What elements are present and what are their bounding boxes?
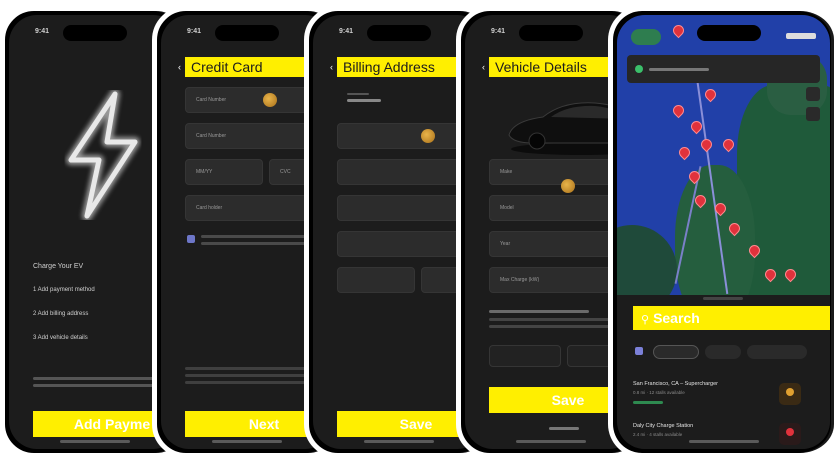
result-subtitle: 2.4 mi · 4 stalls available [633,432,683,437]
result-status [633,401,663,404]
filter-chip[interactable] [705,345,741,359]
field-placeholder: Card Number [196,97,227,103]
vehicle-icon [561,179,575,193]
sheet-handle[interactable] [703,297,743,300]
map-screen: ⚲ Search San Francisco, CA – Supercharger… [617,15,830,449]
field-placeholder: Year [500,241,511,247]
dynamic-island [215,25,279,41]
banner-text [649,68,709,71]
status-time: 9:41 [491,28,506,35]
filter-icon[interactable] [635,347,643,355]
onboarding-heading: Charge Your EV [33,263,84,270]
field-placeholder: Card Number [196,133,227,139]
onboarding-note [33,384,153,387]
field-placeholder: Model [500,205,514,211]
field-placeholder: CVC [280,169,291,175]
filter-chip[interactable] [653,345,699,359]
country-value [347,99,381,102]
field-placeholder: Make [500,169,513,175]
charger-pin[interactable] [698,136,715,153]
dynamic-island [697,25,761,41]
onboarding-step-1: 1 Add payment method [33,287,95,293]
phone-map: ⚲ Search San Francisco, CA – Supercharger… [608,6,834,455]
map-land [617,225,677,295]
back-chevron-icon[interactable]: ‹ [482,62,485,72]
adapter-yes-button[interactable] [489,345,561,367]
status-time: 9:41 [35,28,50,35]
back-chevron-icon[interactable]: ‹ [330,62,333,72]
location-icon [421,129,435,143]
home-indicator [212,440,282,443]
filter-chip[interactable] [747,345,807,359]
result-title[interactable]: San Francisco, CA – Supercharger [633,381,718,387]
charger-pin[interactable] [720,136,737,153]
state-select[interactable] [337,267,415,293]
home-indicator [688,440,759,443]
dynamic-island [367,25,431,41]
terms-note [185,381,305,384]
status-time: 9:41 [339,28,354,35]
charger-pin[interactable] [676,144,693,161]
result-subtitle: 0.8 mi · 12 stalls available [633,390,685,395]
dynamic-island [519,25,583,41]
charger-location-icon [779,423,801,445]
recenter-button[interactable] [806,107,820,121]
search-label: Search [653,310,700,326]
layers-button[interactable] [806,87,820,101]
result-title[interactable]: Daly City Charge Station [633,423,693,429]
adapter-description [489,325,619,328]
lightning-bolt-icon [66,90,140,220]
back-chevron-icon[interactable]: ‹ [178,62,181,72]
country-label [347,93,369,95]
charger-location-icon [779,383,801,405]
field-placeholder: Card holder [196,205,223,211]
status-chip [631,29,661,45]
adapter-question [489,310,589,313]
charger-pin[interactable] [670,102,687,119]
checkbox-label [201,242,311,245]
skip-link[interactable] [549,427,579,430]
charger-pin[interactable] [670,22,687,39]
save-card-checkbox[interactable] [187,235,195,243]
status-icons [786,33,816,39]
onboarding-step-2: 2 Add billing address [33,311,89,317]
onboarding-step-3: 3 Add vehicle details [33,335,88,341]
expiry-field[interactable]: MM/YY [185,159,263,185]
banner-dot-icon [635,65,643,73]
search-icon: ⚲ [641,314,650,326]
status-time: 9:41 [187,28,202,35]
home-indicator [364,440,434,443]
field-placeholder: MM/YY [196,169,213,175]
home-indicator [516,440,586,443]
dynamic-island [63,25,127,41]
field-placeholder: Max Charge (kW) [500,277,540,283]
home-indicator [60,440,130,443]
charger-pin[interactable] [702,86,719,103]
search-input[interactable]: ⚲ Search [633,306,830,330]
card-scan-icon [263,93,277,107]
